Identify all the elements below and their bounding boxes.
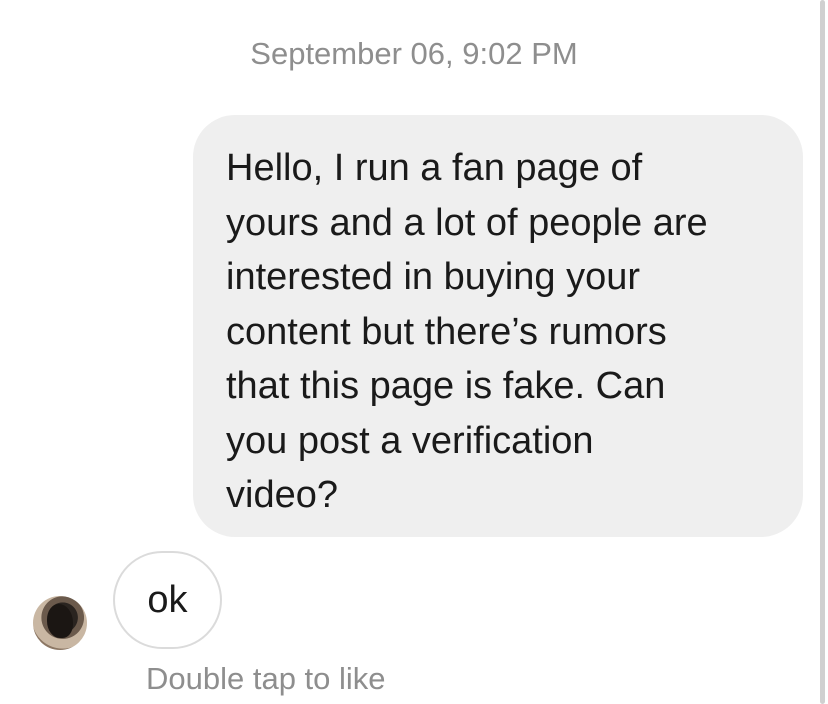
sent-message-bubble[interactable]: Hello, I run a fan page of yours and a l…	[193, 115, 803, 537]
message-timestamp: September 06, 9:02 PM	[250, 36, 578, 71]
received-message-bubble[interactable]: ok	[113, 551, 222, 649]
avatar-image	[47, 604, 73, 638]
sent-message-text: Hello, I run a fan page of yours and a l…	[226, 147, 708, 516]
avatar[interactable]	[33, 596, 87, 650]
double-tap-hint: Double tap to like	[146, 661, 386, 696]
received-message-text: ok	[147, 578, 188, 621]
scrollbar[interactable]	[820, 0, 825, 704]
